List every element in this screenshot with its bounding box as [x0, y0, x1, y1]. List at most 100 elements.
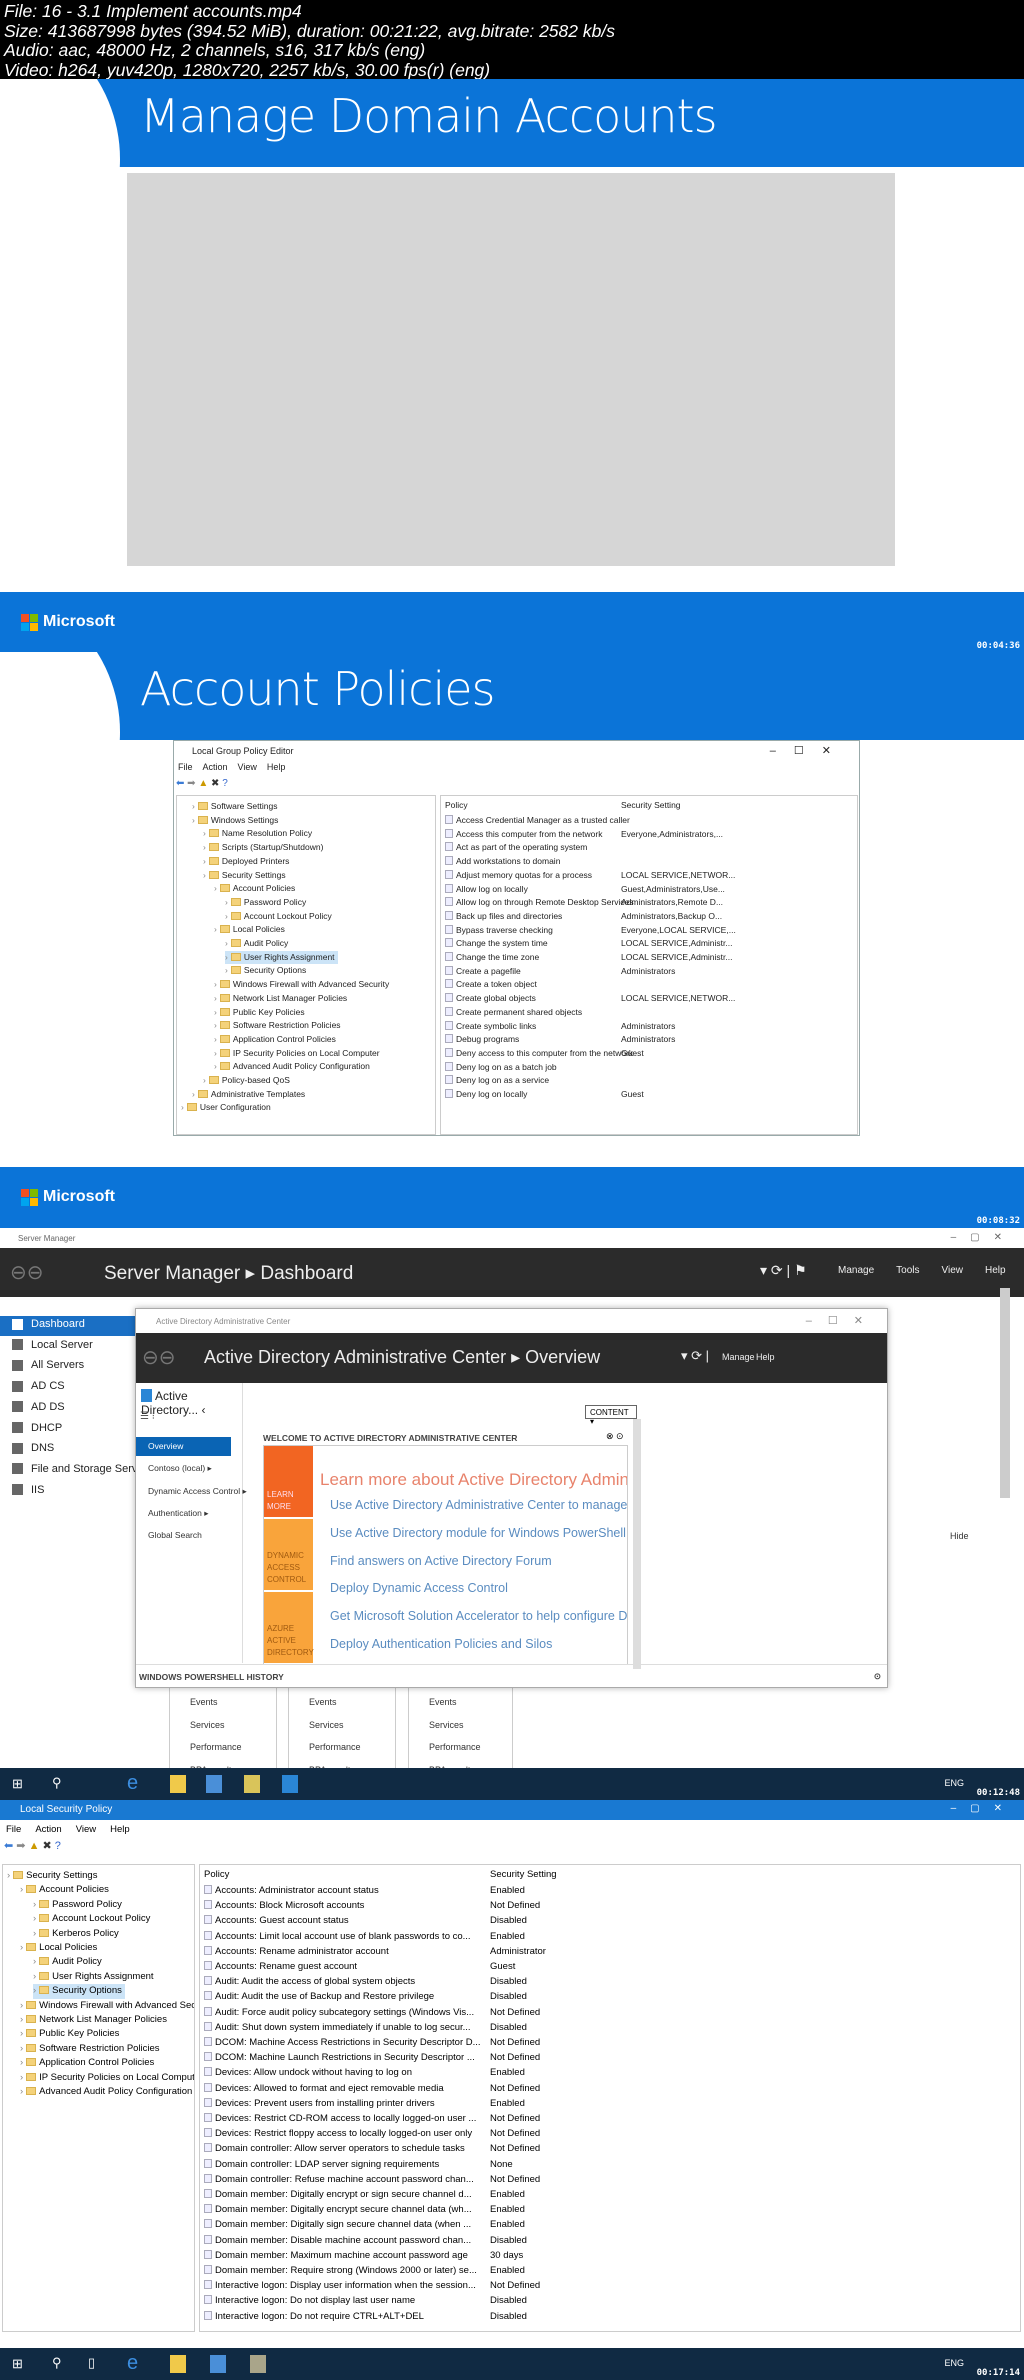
- menu-item-file[interactable]: File: [178, 762, 193, 776]
- table-row[interactable]: Audit: Force audit policy subcategory se…: [204, 2006, 1020, 2022]
- language-indicator[interactable]: ENG: [944, 1778, 964, 1788]
- tile-link[interactable]: Services: [190, 1720, 225, 1730]
- expand-chevron-icon[interactable]: ›: [20, 2000, 23, 2011]
- column-header-setting[interactable]: Security Setting: [490, 1869, 557, 1880]
- tree-item[interactable]: › Scripts (Startup/Shutdown): [203, 841, 326, 855]
- table-row[interactable]: Domain member: Maximum machine account p…: [204, 2249, 1020, 2265]
- search-icon[interactable]: ⚲: [52, 2355, 62, 2371]
- table-row[interactable]: Add workstations to domain: [445, 856, 857, 870]
- help-icon[interactable]: ?: [55, 1840, 61, 1852]
- tree-item[interactable]: › Account Policies: [20, 1883, 112, 1897]
- table-row[interactable]: Allow log on locally Guest,Administrators…: [445, 883, 857, 898]
- expand-chevron-icon[interactable]: ›: [192, 801, 195, 811]
- sidebar-item[interactable]: IIS: [12, 1484, 44, 1496]
- tree-item[interactable]: › Windows Firewall with Advanced Security: [214, 978, 392, 992]
- table-row[interactable]: Adjust memory quotas for a process LOCAL …: [445, 869, 857, 884]
- tile-link[interactable]: Events: [429, 1697, 457, 1707]
- tree-item[interactable]: › Software Settings: [192, 800, 280, 814]
- expand-chevron-icon[interactable]: ›: [225, 965, 228, 975]
- expand-chevron-icon[interactable]: ›: [7, 1870, 10, 1881]
- content-dropdown[interactable]: CONTENT ▾: [585, 1405, 637, 1426]
- expand-chevron-icon[interactable]: ›: [225, 911, 228, 921]
- table-row[interactable]: Change the system time LOCAL SERVICE,Admi…: [445, 938, 857, 952]
- nav-back-forward[interactable]: ⊖⊖: [10, 1260, 44, 1285]
- table-row[interactable]: Create a pagefile Administrators: [445, 965, 857, 980]
- adac-nav-item[interactable]: Authentication ▸: [136, 1504, 231, 1523]
- expand-chevron-icon[interactable]: ›: [214, 1020, 217, 1030]
- file-explorer-icon[interactable]: [170, 2355, 186, 2373]
- expand-chevron-icon[interactable]: ›: [214, 979, 217, 989]
- expand-chevron-icon[interactable]: ›: [192, 1089, 195, 1099]
- table-row[interactable]: Access this computer from the network Eve…: [445, 828, 857, 843]
- table-row[interactable]: Domain controller: Refuse machine accoun…: [204, 2173, 1020, 2189]
- menu-item-view[interactable]: View: [942, 1265, 964, 1276]
- table-row[interactable]: DCOM: Machine Launch Restrictions in Sec…: [204, 2052, 1020, 2067]
- tile-link[interactable]: Performance: [309, 1742, 361, 1752]
- expand-chevron-icon[interactable]: ›: [214, 883, 217, 893]
- adac-tile[interactable]: LEARN MORE: [264, 1446, 313, 1517]
- help-icon[interactable]: ?: [222, 778, 228, 789]
- tile-link[interactable]: Events: [309, 1697, 337, 1707]
- tile-link[interactable]: Services: [309, 1720, 344, 1730]
- tree-item[interactable]: › Application Control Policies: [214, 1033, 339, 1047]
- view-toggle[interactable]: ☰ ⁝: [140, 1411, 155, 1422]
- server-manager-icon[interactable]: [210, 2355, 226, 2373]
- adac-help-menu[interactable]: Help: [756, 1352, 775, 1362]
- table-row[interactable]: Devices: Prevent users from installing p…: [204, 2097, 1020, 2113]
- tree-item[interactable]: › Software Restriction Policies: [20, 2042, 163, 2056]
- tool-icon[interactable]: [244, 1775, 260, 1793]
- sidebar-item[interactable]: AD DS: [12, 1401, 65, 1413]
- adac-link[interactable]: Use Active Directory Administrative Cent…: [330, 1498, 627, 1512]
- task-view-icon[interactable]: ▯: [88, 2355, 95, 2371]
- refresh-icon[interactable]: ▾ ⟳ | ⚑: [760, 1262, 807, 1279]
- tree-item[interactable]: › Kerberos Policy: [33, 1927, 122, 1941]
- tree-item[interactable]: › Security Options: [225, 964, 309, 978]
- adac-nav-item[interactable]: Dynamic Access Control ▸: [136, 1482, 247, 1501]
- close-pane-icon[interactable]: ✖: [211, 778, 219, 789]
- menu-item-help[interactable]: Help: [110, 1824, 130, 1835]
- tile-link[interactable]: Performance: [429, 1742, 481, 1752]
- adac-nav-item[interactable]: Overview: [136, 1437, 231, 1456]
- table-row[interactable]: Access Credential Manager as a trusted c…: [445, 815, 857, 829]
- menu-item-view[interactable]: View: [238, 762, 257, 776]
- adac-link[interactable]: Use Active Directory module for Windows …: [330, 1526, 626, 1540]
- menu-item-tools[interactable]: Tools: [896, 1265, 919, 1276]
- table-row[interactable]: Devices: Restrict CD-ROM access to local…: [204, 2113, 1020, 2128]
- learn-more-title[interactable]: Learn more about Active Directory Admini…: [320, 1470, 627, 1490]
- tree-item[interactable]: › Deployed Printers: [203, 855, 292, 869]
- adac-tile[interactable]: DYNAMIC ACCESS CONTROL: [264, 1519, 313, 1590]
- expand-chevron-icon[interactable]: ›: [33, 1913, 36, 1924]
- expand-chevron-icon[interactable]: ›: [33, 1971, 36, 1982]
- tree-item[interactable]: › Network List Manager Policies: [214, 992, 350, 1006]
- table-row[interactable]: Deny access to this computer from the ne…: [445, 1047, 857, 1062]
- tree-item[interactable]: › Public Key Policies: [20, 2027, 122, 2041]
- table-row[interactable]: Create a token object: [445, 979, 857, 993]
- powershell-history-bar[interactable]: WINDOWS POWERSHELL HISTORY ⊙: [136, 1664, 887, 1688]
- tree-item[interactable]: › Password Policy: [33, 1898, 125, 1912]
- tree-item[interactable]: › Account Policies: [214, 882, 298, 896]
- tree-item[interactable]: › IP Security Policies on Local Computer: [214, 1047, 383, 1061]
- table-row[interactable]: Domain member: Disable machine account p…: [204, 2234, 1020, 2250]
- table-row[interactable]: Deny log on as a batch job: [445, 1061, 857, 1076]
- table-row[interactable]: Interactive logon: Do not require CTRL+A…: [204, 2310, 1020, 2326]
- tree-item[interactable]: › Password Policy: [225, 896, 309, 910]
- nav-back-forward[interactable]: ⊖⊖: [142, 1345, 176, 1370]
- table-row[interactable]: Accounts: Administrator account status En…: [204, 1885, 1020, 1900]
- expand-chevron-icon[interactable]: ›: [20, 2028, 23, 2039]
- table-row[interactable]: Interactive logon: Do not display last u…: [204, 2295, 1020, 2310]
- adac-manage-menu[interactable]: Manage: [722, 1352, 755, 1362]
- menu-item-help[interactable]: Help: [985, 1265, 1006, 1276]
- adac-link[interactable]: Deploy Dynamic Access Control: [330, 1581, 508, 1595]
- tree-item[interactable]: › Local Policies: [214, 923, 288, 937]
- menu-item-help[interactable]: Help: [267, 762, 286, 776]
- server-manager-icon[interactable]: [206, 1775, 222, 1793]
- adac-nav-item[interactable]: Global Search: [136, 1526, 231, 1545]
- forward-icon[interactable]: ➡: [187, 778, 195, 789]
- expand-chevron-icon[interactable]: ›: [214, 1061, 217, 1071]
- language-indicator[interactable]: ENG: [944, 2358, 964, 2368]
- ie-icon[interactable]: e: [127, 1772, 138, 1795]
- sidebar-item[interactable]: AD CS: [12, 1380, 65, 1392]
- tile-link[interactable]: Performance: [190, 1742, 242, 1752]
- table-row[interactable]: DCOM: Machine Access Restrictions in Sec…: [204, 2037, 1020, 2052]
- tree-item[interactable]: › Local Policies: [20, 1941, 100, 1955]
